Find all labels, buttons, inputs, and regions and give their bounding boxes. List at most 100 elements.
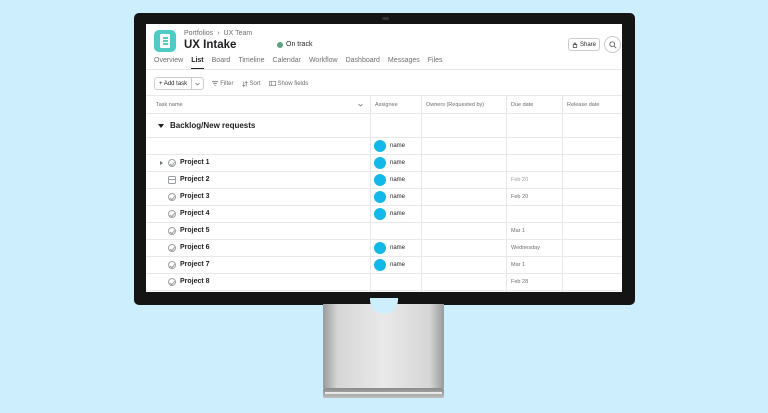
- project-title[interactable]: UX Intake: [184, 39, 236, 51]
- tab-workflow[interactable]: Workflow: [309, 57, 338, 69]
- collapse-triangle-icon[interactable]: [158, 124, 164, 128]
- assignee-name: name: [390, 143, 406, 149]
- table-row[interactable]: Project 6 name Wednesday: [146, 240, 622, 257]
- status-label: On track: [286, 41, 313, 48]
- monitor-stand: [323, 304, 444, 388]
- status-badge[interactable]: On track: [277, 41, 312, 48]
- assignee-name: name: [390, 160, 406, 166]
- column-header-owners[interactable]: Owners (Requested by): [426, 102, 484, 108]
- complete-checkbox-icon[interactable]: [168, 244, 176, 252]
- task-name[interactable]: Project 5: [180, 227, 210, 234]
- status-dot-icon: [277, 41, 283, 48]
- column-header-due-date[interactable]: Due date: [511, 102, 533, 108]
- complete-checkbox-icon[interactable]: [168, 261, 176, 269]
- lock-icon: [572, 42, 578, 48]
- complete-checkbox-icon[interactable]: [168, 210, 176, 218]
- due-date[interactable]: Feb 20: [511, 194, 528, 200]
- task-name[interactable]: Project 8: [180, 278, 210, 285]
- add-task-dropdown[interactable]: [191, 78, 203, 89]
- tab-calendar[interactable]: Calendar: [273, 57, 301, 69]
- tab-messages[interactable]: Messages: [388, 57, 420, 69]
- column-header-assignee[interactable]: Assignee: [375, 102, 398, 108]
- task-name[interactable]: Project 7: [180, 261, 210, 268]
- table-row[interactable]: Project 7 name Mar 1: [146, 257, 622, 274]
- show-fields-button[interactable]: Show fields: [268, 80, 309, 87]
- complete-checkbox-icon[interactable]: [168, 159, 176, 167]
- filter-icon: [212, 81, 219, 86]
- sort-button[interactable]: Sort: [241, 80, 261, 87]
- table-row[interactable]: Project 8 Feb 28: [146, 274, 622, 291]
- table-row[interactable]: Project 5 Mar 1: [146, 223, 622, 240]
- avatar[interactable]: [374, 191, 386, 203]
- tab-files[interactable]: Files: [428, 57, 443, 69]
- assignee-name: name: [390, 194, 406, 200]
- tab-timeline[interactable]: Timeline: [238, 57, 264, 69]
- camera-dot: [382, 17, 389, 20]
- assignee-name: name: [390, 211, 406, 217]
- chevron-down-icon[interactable]: [358, 103, 363, 107]
- app-screen: Portfolios › UX Team UX Intake On track …: [146, 24, 622, 292]
- filter-button[interactable]: Filter: [212, 80, 234, 87]
- section-header[interactable]: Backlog/New requests: [146, 114, 622, 138]
- expand-subtasks-icon[interactable]: [160, 161, 163, 165]
- tab-dashboard[interactable]: Dashboard: [346, 57, 380, 69]
- tab-bar: Overview List Board Timeline Calendar Wo…: [154, 57, 443, 69]
- due-date[interactable]: Feb 28: [511, 279, 528, 285]
- avatar[interactable]: [374, 259, 386, 271]
- avatar[interactable]: [374, 242, 386, 254]
- search-button[interactable]: [604, 36, 621, 53]
- tab-board[interactable]: Board: [212, 57, 231, 69]
- search-icon: [609, 41, 617, 49]
- breadcrumb: Portfolios › UX Team: [184, 30, 252, 37]
- tab-list[interactable]: List: [191, 57, 204, 69]
- due-date[interactable]: Feb 20: [511, 177, 528, 183]
- task-name[interactable]: Project 2: [180, 176, 210, 183]
- table-row[interactable]: Project 3 name Feb 20: [146, 189, 622, 206]
- breadcrumb-portfolios[interactable]: Portfolios: [184, 30, 213, 37]
- show-fields-label: Show fields: [277, 80, 309, 87]
- divider: [146, 69, 622, 70]
- column-divider: [506, 96, 507, 292]
- column-divider: [421, 96, 422, 292]
- share-button[interactable]: Share: [568, 38, 600, 51]
- avatar[interactable]: [374, 174, 386, 186]
- assignee-name: name: [390, 177, 406, 183]
- table-row[interactable]: Project 2 name Feb 20: [146, 172, 622, 189]
- assignee-name: name: [390, 245, 406, 251]
- task-name[interactable]: Project 4: [180, 210, 210, 217]
- avatar[interactable]: [374, 208, 386, 220]
- due-date[interactable]: Wednesday: [511, 245, 540, 251]
- avatar[interactable]: [374, 157, 386, 169]
- column-divider: [370, 96, 371, 292]
- column-header-release-date[interactable]: Release date: [567, 102, 599, 108]
- table-row[interactable]: Project 1 name: [146, 155, 622, 172]
- filter-label: Filter: [220, 80, 234, 87]
- project-list-icon: [154, 30, 176, 52]
- milestone-calendar-icon[interactable]: [168, 176, 176, 184]
- sort-icon: [241, 80, 248, 87]
- fields-icon: [268, 81, 276, 86]
- task-name[interactable]: Project 6: [180, 244, 210, 251]
- table-header: Task name Assignee Owners (Requested by)…: [146, 96, 622, 114]
- table-row[interactable]: Project 4 name: [146, 206, 622, 223]
- task-name[interactable]: Project 1: [180, 159, 210, 166]
- share-label: Share: [579, 41, 596, 48]
- monitor-base-highlight: [325, 392, 442, 394]
- complete-checkbox-icon[interactable]: [168, 227, 176, 235]
- table-row[interactable]: name: [146, 138, 622, 155]
- tab-overview[interactable]: Overview: [154, 57, 183, 69]
- due-date[interactable]: Mar 1: [511, 228, 525, 234]
- breadcrumb-separator: ›: [217, 30, 220, 37]
- toolbar: + Add task Filter Sort Show fields: [154, 77, 308, 90]
- task-name[interactable]: Project 3: [180, 193, 210, 200]
- add-task-control: + Add task: [154, 77, 205, 90]
- section-label: Backlog/New requests: [170, 121, 256, 130]
- column-header-task-name[interactable]: Task name: [156, 102, 183, 108]
- complete-checkbox-icon[interactable]: [168, 193, 176, 201]
- due-date[interactable]: Mar 1: [511, 262, 525, 268]
- add-task-button[interactable]: + Add task: [155, 78, 191, 89]
- avatar[interactable]: [374, 140, 386, 152]
- breadcrumb-ux-team[interactable]: UX Team: [224, 30, 253, 37]
- assignee-name: name: [390, 262, 406, 268]
- complete-checkbox-icon[interactable]: [168, 278, 176, 286]
